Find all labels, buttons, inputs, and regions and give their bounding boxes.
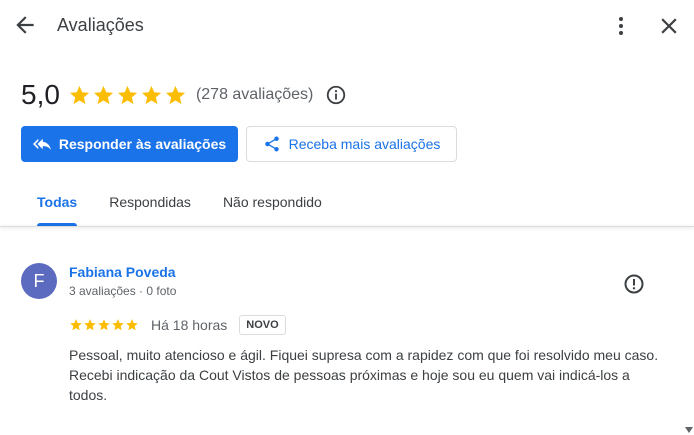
star-icon <box>98 319 110 331</box>
get-more-reviews-label: Receba mais avaliações <box>288 136 441 152</box>
scroll-down-arrow-icon[interactable] <box>684 425 694 435</box>
more-vertical-icon <box>619 17 623 35</box>
close-button[interactable] <box>656 13 682 39</box>
review-date: Há 18 horas <box>151 317 228 333</box>
review-text: Pessoal, muito atencioso e ágil. Fiquei … <box>69 347 659 403</box>
review-tabs: Todas Respondidas Não respondido <box>21 184 338 226</box>
page-title: Avaliações <box>57 15 144 35</box>
star-icon <box>141 85 162 104</box>
star-icon <box>117 85 138 104</box>
star-icon <box>69 85 90 104</box>
tab-respondidas[interactable]: Respondidas <box>93 184 207 226</box>
share-icon <box>264 136 279 152</box>
more-options-button[interactable] <box>610 13 632 39</box>
tab-nao-respondido[interactable]: Não respondido <box>207 184 338 226</box>
rating-stars <box>68 84 188 107</box>
tabs-divider <box>0 226 694 227</box>
star-icon <box>112 319 124 331</box>
avatar[interactable]: F <box>21 263 57 299</box>
review-count: (278 avaliações) <box>195 86 314 103</box>
star-icon <box>84 319 96 331</box>
star-icon <box>93 85 114 104</box>
star-icon <box>70 319 82 331</box>
tab-todas[interactable]: Todas <box>21 184 93 226</box>
star-icon <box>126 319 138 331</box>
reviewer-meta: 3 avaliações · 0 foto <box>69 284 177 298</box>
report-button[interactable] <box>622 272 646 296</box>
reply-reviews-button[interactable]: Responder às avaliações <box>21 126 238 162</box>
review-stars <box>69 318 139 332</box>
reply-all-icon <box>32 138 51 150</box>
reply-reviews-label: Responder às avaliações <box>58 136 227 152</box>
back-button[interactable] <box>12 12 38 38</box>
reviewer-name[interactable]: Fabiana Poveda <box>69 264 176 280</box>
get-more-reviews-button[interactable]: Receba mais avaliações <box>246 126 457 162</box>
arrow-back-icon <box>16 16 34 34</box>
top-bar: Avaliações <box>0 0 694 54</box>
new-badge: NOVO <box>239 315 286 335</box>
report-icon <box>624 274 644 294</box>
close-icon <box>661 18 677 34</box>
info-icon[interactable] <box>325 84 347 106</box>
star-icon <box>165 85 186 104</box>
average-rating: 5,0 <box>21 79 60 110</box>
rating-summary: 5,0 (278 avaliações) <box>21 78 347 112</box>
review-rating-row: Há 18 horas NOVO <box>69 313 286 337</box>
